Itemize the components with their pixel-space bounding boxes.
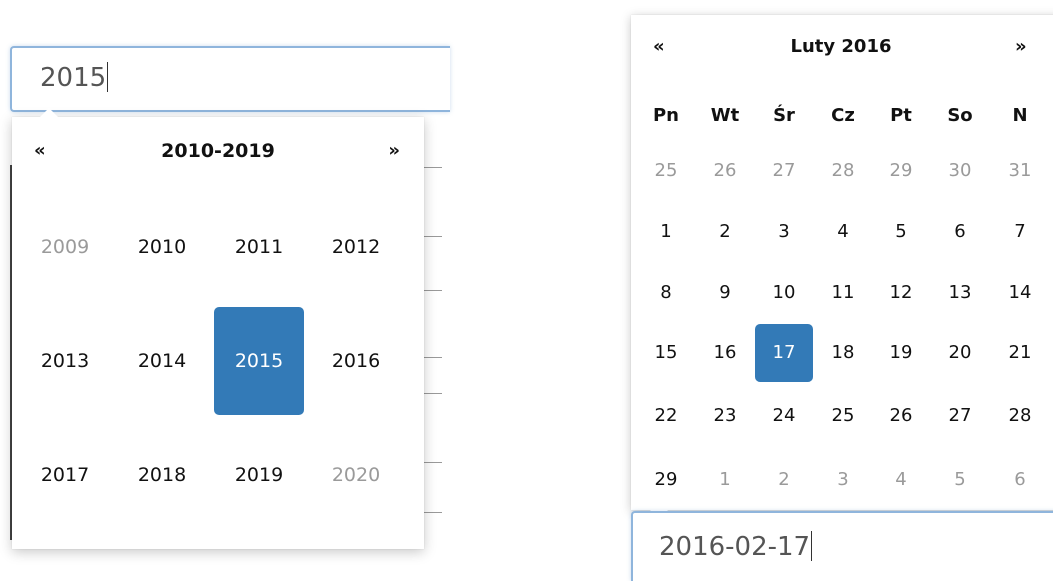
day-cell[interactable]: 3	[814, 451, 872, 509]
background-divider	[424, 167, 442, 168]
day-cell[interactable]: 3	[755, 203, 813, 261]
day-cell[interactable]: 5	[931, 451, 989, 509]
day-cell[interactable]: 26	[696, 142, 754, 200]
prev-decade-button[interactable]: «	[34, 131, 46, 171]
day-cell[interactable]: 8	[637, 264, 695, 322]
background-divider	[424, 236, 442, 237]
background-divider	[424, 512, 442, 513]
day-cell[interactable]: 4	[872, 451, 930, 509]
weekday-label: So	[947, 105, 973, 126]
day-cell[interactable]: 13	[931, 264, 989, 322]
year-cell[interactable]: 2013	[20, 307, 110, 415]
day-cell[interactable]: 23	[696, 387, 754, 445]
day-cell[interactable]: 4	[814, 203, 872, 261]
background-divider	[424, 462, 442, 463]
background-divider	[424, 393, 442, 394]
day-cell[interactable]: 9	[696, 264, 754, 322]
month-title[interactable]: Luty 2016	[781, 27, 901, 67]
year-cell-selected[interactable]: 2015	[214, 307, 304, 415]
background-divider	[424, 357, 442, 358]
year-cell[interactable]: 2012	[311, 193, 401, 301]
day-cell[interactable]: 1	[696, 451, 754, 509]
day-cell[interactable]: 12	[872, 264, 930, 322]
day-cell[interactable]: 29	[637, 451, 695, 509]
day-cell[interactable]: 19	[872, 324, 930, 382]
day-cell[interactable]: 28	[991, 387, 1049, 445]
day-cell[interactable]: 30	[931, 142, 989, 200]
year-picker-dropdown: 2010-2019 « » 2009 2010 2011 2012 2013 2014 20…	[12, 108, 424, 549]
day-cell[interactable]: 29	[872, 142, 930, 200]
year-cell[interactable]: 2018	[117, 421, 207, 529]
day-cell[interactable]: 20	[931, 324, 989, 382]
day-cell[interactable]: 25	[814, 387, 872, 445]
day-cell[interactable]: 10	[755, 264, 813, 322]
year-cell[interactable]: 2019	[214, 421, 304, 529]
weekday-label: Cz	[831, 105, 855, 126]
day-cell[interactable]: 15	[637, 324, 695, 382]
day-cell[interactable]: 1	[637, 203, 695, 261]
day-cell[interactable]: 6	[931, 203, 989, 261]
weekday-label: N	[1012, 105, 1028, 126]
day-cell[interactable]: 2	[755, 451, 813, 509]
day-cell-selected[interactable]: 17	[755, 324, 813, 382]
year-picker-header: 2010-2019 « »	[12, 131, 424, 171]
year-cell[interactable]: 2014	[117, 307, 207, 415]
day-cell[interactable]: 18	[814, 324, 872, 382]
decade-title[interactable]: 2010-2019	[12, 131, 424, 171]
day-cell[interactable]: 27	[931, 387, 989, 445]
weekday-label: Wt	[710, 105, 740, 126]
year-cell[interactable]: 2016	[311, 307, 401, 415]
year-input[interactable]: 2015	[10, 46, 450, 112]
day-cell[interactable]: 11	[814, 264, 872, 322]
day-cell[interactable]: 31	[991, 142, 1049, 200]
year-cell[interactable]: 2020	[311, 421, 401, 529]
day-cell[interactable]: 2	[696, 203, 754, 261]
weekday-label: Pn	[652, 105, 679, 126]
next-month-button[interactable]: »	[1015, 27, 1027, 67]
day-cell[interactable]: 26	[872, 387, 930, 445]
background-divider	[424, 290, 442, 291]
day-cell[interactable]: 24	[755, 387, 813, 445]
day-cell[interactable]: 5	[872, 203, 930, 261]
day-picker-header: « Luty 2016 »	[631, 27, 1053, 67]
day-cell[interactable]: 25	[637, 142, 695, 200]
day-cell[interactable]: 6	[991, 451, 1049, 509]
year-cell[interactable]: 2009	[20, 193, 110, 301]
prev-month-button[interactable]: «	[653, 27, 665, 67]
next-decade-button[interactable]: »	[388, 131, 400, 171]
year-cell[interactable]: 2010	[117, 193, 207, 301]
year-input-value: 2015	[40, 62, 109, 93]
date-input-value: 2016-02-17	[659, 531, 813, 562]
day-cell[interactable]: 16	[696, 324, 754, 382]
year-cell[interactable]: 2017	[20, 421, 110, 529]
weekday-label: Śr	[773, 105, 795, 126]
day-cell[interactable]: 21	[991, 324, 1049, 382]
day-cell[interactable]: 22	[637, 387, 695, 445]
year-cell[interactable]: 2011	[214, 193, 304, 301]
day-cell[interactable]: 7	[991, 203, 1049, 261]
day-cell[interactable]: 27	[755, 142, 813, 200]
day-picker-dropdown: « Luty 2016 » Pn Wt Śr Cz Pt So N 25 26 27 28 29 30…	[631, 15, 1053, 519]
day-cell[interactable]: 14	[991, 264, 1049, 322]
weekday-label: Pt	[890, 105, 912, 126]
day-cell[interactable]: 28	[814, 142, 872, 200]
